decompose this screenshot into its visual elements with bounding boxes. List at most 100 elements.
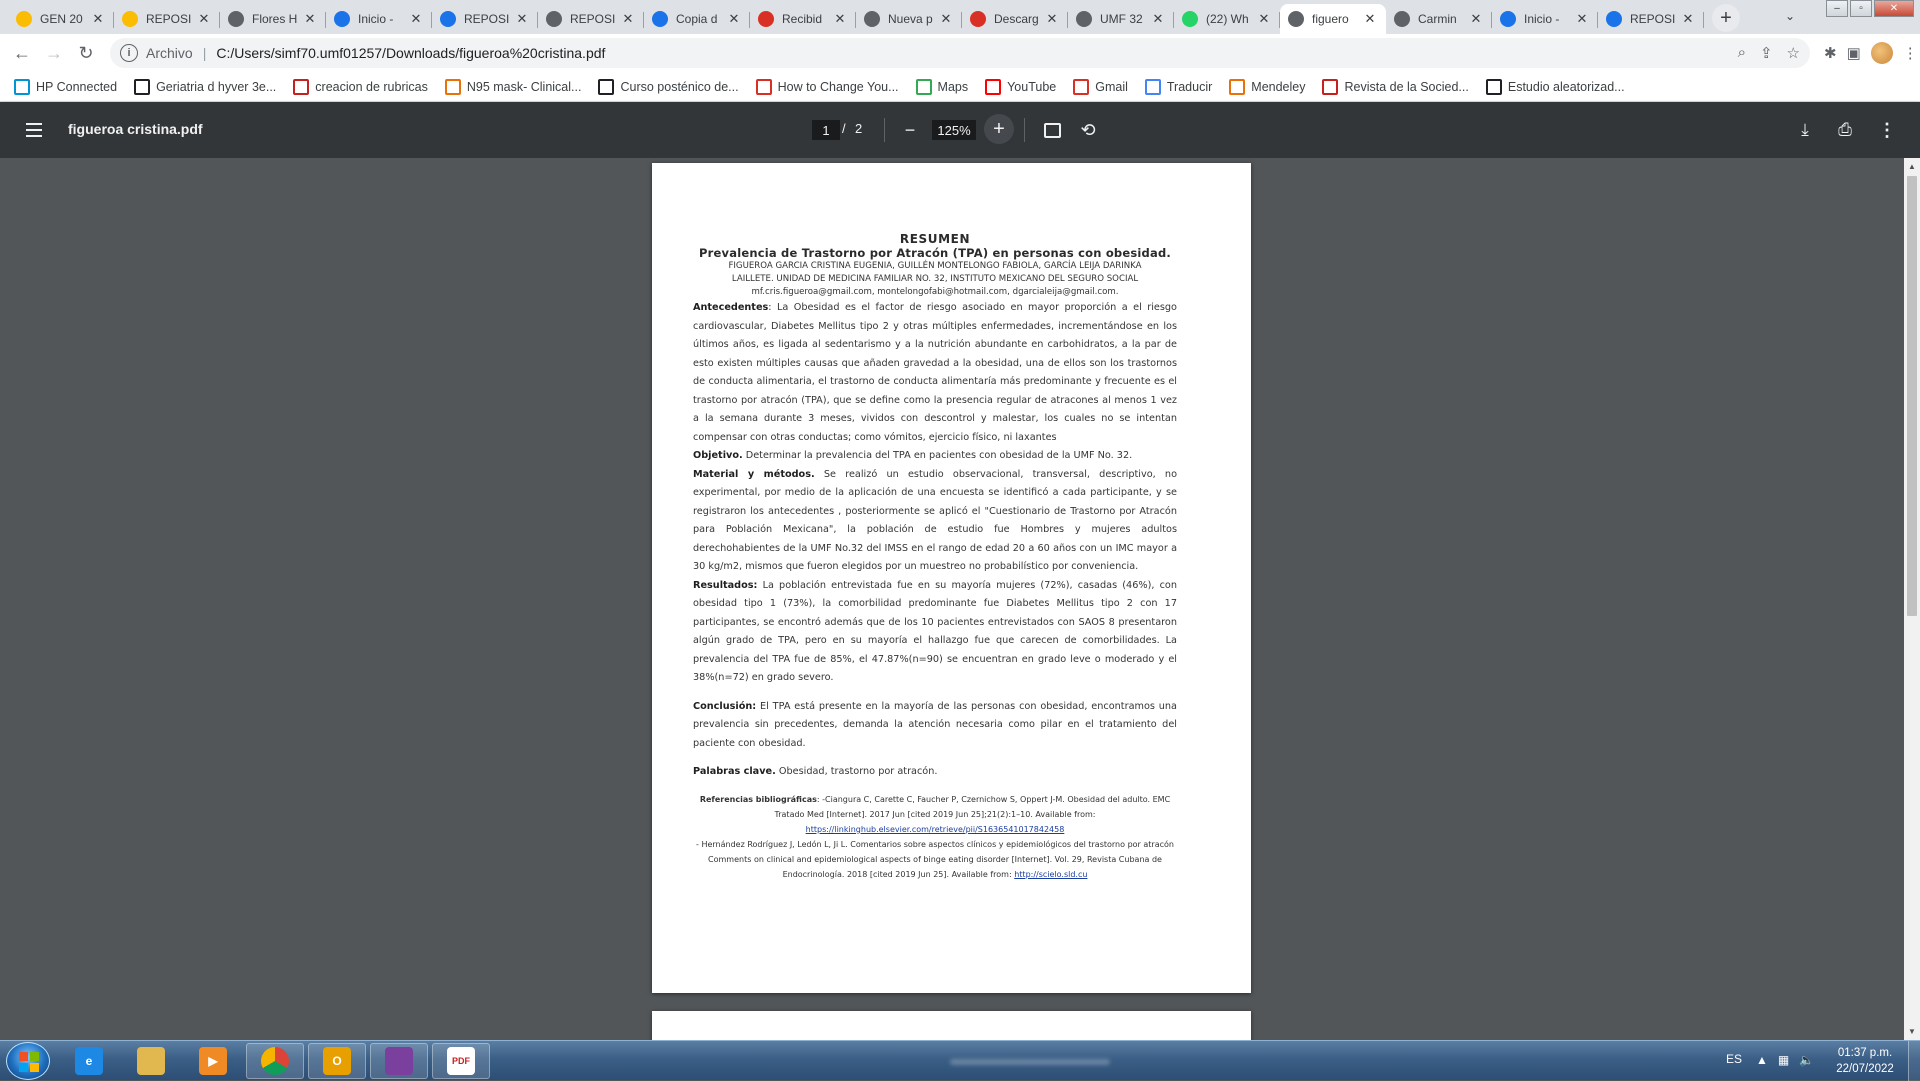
volume-icon[interactable]: 🔈 bbox=[1799, 1053, 1814, 1067]
vertical-scrollbar[interactable]: ▲ ▼ bbox=[1904, 158, 1920, 1040]
back-button[interactable]: ← bbox=[6, 37, 38, 69]
taskbar-app[interactable] bbox=[122, 1043, 180, 1079]
print-button[interactable]: ⎙ bbox=[1832, 117, 1858, 143]
bookmark-star-icon[interactable]: ☆ bbox=[1787, 44, 1800, 62]
taskbar-app[interactable] bbox=[246, 1043, 304, 1079]
scroll-down-arrow[interactable]: ▼ bbox=[1908, 1027, 1916, 1036]
tab-close-icon[interactable]: ✕ bbox=[1362, 11, 1378, 27]
bookmark-item[interactable]: Estudio aleatorizad... bbox=[1485, 78, 1625, 95]
browser-tab[interactable]: REPOSI ✕ bbox=[538, 4, 644, 34]
page-number-input[interactable]: 1 bbox=[812, 120, 840, 140]
scroll-up-arrow[interactable]: ▲ bbox=[1908, 162, 1916, 171]
bookmark-item[interactable]: Geriatria d hyver 3e... bbox=[134, 78, 276, 95]
tab-close-icon[interactable]: ✕ bbox=[302, 11, 318, 27]
reload-button[interactable]: ↻ bbox=[70, 37, 102, 69]
browser-tab[interactable]: REPOSI ✕ bbox=[1598, 4, 1704, 34]
taskbar-app[interactable]: e bbox=[60, 1043, 118, 1079]
more-actions-button[interactable]: ⋮ bbox=[1874, 117, 1900, 143]
bookmark-item[interactable]: Gmail bbox=[1073, 78, 1128, 95]
tab-close-icon[interactable]: ✕ bbox=[1574, 11, 1590, 27]
bookmark-item[interactable]: creacion de rubricas bbox=[293, 78, 428, 95]
browser-tab[interactable]: Copia d ✕ bbox=[644, 4, 750, 34]
tray-expand-icon[interactable]: ▲ bbox=[1756, 1053, 1768, 1067]
tab-close-icon[interactable]: ✕ bbox=[90, 11, 106, 27]
browser-tab[interactable]: Nueva p ✕ bbox=[856, 4, 962, 34]
tab-close-icon[interactable]: ✕ bbox=[832, 11, 848, 27]
reference-2-link[interactable]: http://scielo.sld.cu bbox=[1014, 870, 1087, 879]
browser-tab[interactable]: Descarg ✕ bbox=[962, 4, 1068, 34]
browser-tab[interactable]: Inicio - ✕ bbox=[326, 4, 432, 34]
side-panel-icon[interactable]: ▣ bbox=[1847, 44, 1861, 62]
browser-tab[interactable]: figuero ✕ bbox=[1280, 4, 1386, 34]
browser-menu-icon[interactable]: ⋮ bbox=[1903, 44, 1918, 62]
toolbar-divider bbox=[1024, 118, 1025, 142]
taskbar-app[interactable]: O bbox=[308, 1043, 366, 1079]
tab-close-icon[interactable]: ✕ bbox=[1150, 11, 1166, 27]
tab-close-icon[interactable]: ✕ bbox=[1256, 11, 1272, 27]
reference-1-link[interactable]: https://linkinghub.elsevier.com/retrieve… bbox=[806, 825, 1065, 834]
bookmark-item[interactable]: Curso posténico de... bbox=[598, 78, 739, 95]
bookmark-item[interactable]: Mendeley bbox=[1229, 78, 1305, 95]
bookmark-item[interactable]: YouTube bbox=[985, 78, 1056, 95]
material-paragraph: Material y métodos. Se realizó un estudi… bbox=[693, 466, 1177, 577]
tab-close-icon[interactable]: ✕ bbox=[1680, 11, 1696, 27]
profile-avatar[interactable] bbox=[1870, 42, 1893, 64]
bookmark-item[interactable]: Traducir bbox=[1144, 78, 1212, 95]
pdf-viewer[interactable]: RESUMEN Prevalencia de Trastorno por Atr… bbox=[0, 158, 1920, 1040]
taskbar-app[interactable] bbox=[370, 1043, 428, 1079]
fit-to-page-button[interactable] bbox=[1040, 118, 1064, 142]
tab-close-icon[interactable]: ✕ bbox=[938, 11, 954, 27]
bookmark-item[interactable]: Revista de la Socied... bbox=[1322, 78, 1469, 95]
share-icon[interactable]: ⇪ bbox=[1760, 44, 1773, 62]
zoom-level-input[interactable]: 125% bbox=[932, 120, 976, 140]
start-button[interactable] bbox=[6, 1042, 50, 1080]
extensions-puzzle-icon[interactable]: ✱ bbox=[1824, 44, 1837, 62]
bookmark-item[interactable]: How to Change You... bbox=[755, 78, 899, 95]
close-window-button[interactable]: ✕ bbox=[1874, 0, 1914, 17]
site-info-icon[interactable]: i bbox=[120, 44, 138, 62]
new-tab-button[interactable]: + bbox=[1712, 4, 1740, 32]
tab-close-icon[interactable]: ✕ bbox=[514, 11, 530, 27]
network-icon[interactable]: ▦ bbox=[1778, 1053, 1789, 1067]
tab-close-icon[interactable]: ✕ bbox=[196, 11, 212, 27]
zoom-in-button[interactable]: + bbox=[984, 114, 1014, 144]
globe-icon bbox=[864, 11, 880, 27]
tab-close-icon[interactable]: ✕ bbox=[620, 11, 636, 27]
zoom-out-button[interactable]: − bbox=[896, 118, 924, 142]
system-clock[interactable]: 01:37 p.m. 22/07/2022 bbox=[1832, 1045, 1898, 1077]
forward-button[interactable]: → bbox=[38, 37, 70, 69]
tab-close-icon[interactable]: ✕ bbox=[726, 11, 742, 27]
browser-tab[interactable]: Inicio - ✕ bbox=[1492, 4, 1598, 34]
browser-tab[interactable]: Flores H ✕ bbox=[220, 4, 326, 34]
taskbar-app[interactable]: ▶ bbox=[184, 1043, 242, 1079]
sidebar-menu-button[interactable] bbox=[22, 118, 46, 142]
tab-close-icon[interactable]: ✕ bbox=[1044, 11, 1060, 27]
browser-tab[interactable]: REPOSI ✕ bbox=[114, 4, 220, 34]
maximize-button[interactable]: ▫ bbox=[1850, 0, 1872, 17]
bookmark-item[interactable]: HP Connected bbox=[14, 78, 117, 95]
download-button[interactable]: ⤓ bbox=[1792, 117, 1818, 143]
browser-tab[interactable]: UMF 32 ✕ bbox=[1068, 4, 1174, 34]
browser-tab[interactable]: REPOSI ✕ bbox=[432, 4, 538, 34]
ck-icon bbox=[444, 78, 461, 95]
minimize-button[interactable]: – bbox=[1826, 0, 1848, 17]
url-text[interactable]: C:/Users/simf70.umf01257/Downloads/figue… bbox=[216, 45, 605, 61]
tab-close-icon[interactable]: ✕ bbox=[408, 11, 424, 27]
browser-tab[interactable]: GEN 20 ✕ bbox=[8, 4, 114, 34]
taskbar-app[interactable]: PDF bbox=[432, 1043, 490, 1079]
tab-close-icon[interactable]: ✕ bbox=[1468, 11, 1484, 27]
browser-tab[interactable]: Carmin ✕ bbox=[1386, 4, 1492, 34]
w-icon bbox=[1485, 78, 1502, 95]
language-indicator[interactable]: ES bbox=[1726, 1052, 1742, 1066]
browser-tab[interactable]: Recibid ✕ bbox=[750, 4, 856, 34]
address-bar[interactable]: i Archivo | C:/Users/simf70.umf01257/Dow… bbox=[110, 38, 1810, 68]
scrollbar-thumb[interactable] bbox=[1907, 176, 1917, 616]
zoom-icon[interactable]: ⌕ bbox=[1738, 44, 1746, 62]
tab-search-button[interactable]: ⌄ bbox=[1776, 4, 1804, 28]
clock-time: 01:37 p.m. bbox=[1837, 1047, 1893, 1059]
show-desktop-button[interactable] bbox=[1908, 1041, 1920, 1081]
bookmark-item[interactable]: Maps bbox=[915, 78, 968, 95]
bookmark-item[interactable]: N95 mask- Clinical... bbox=[444, 78, 581, 95]
browser-tab[interactable]: (22) Wh ✕ bbox=[1174, 4, 1280, 34]
rotate-button[interactable]: ⟲ bbox=[1075, 117, 1101, 143]
